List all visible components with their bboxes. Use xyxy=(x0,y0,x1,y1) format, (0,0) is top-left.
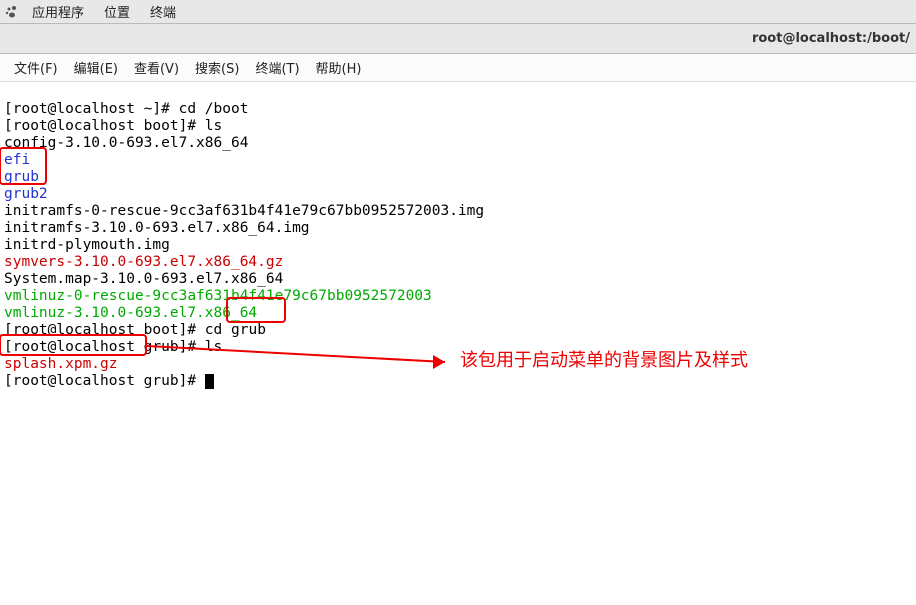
file-entry: initramfs-3.10.0-693.el7.x86_64.img xyxy=(4,220,310,236)
prompt-line: [root@localhost boot]# cd grub xyxy=(4,322,266,338)
prompt-line: [root@localhost boot]# ls xyxy=(4,118,222,134)
menu-terminal[interactable]: 终端(T) xyxy=(247,58,307,77)
terminal-cursor xyxy=(205,374,214,389)
terminal-body[interactable]: [root@localhost ~]# cd /boot [root@local… xyxy=(0,82,916,545)
file-entry: initramfs-0-rescue-9cc3af631b4f41e79c67b… xyxy=(4,203,484,219)
prompt-line: [root@localhost ~]# cd /boot xyxy=(4,101,248,117)
terminal-menubar: 文件(F) 编辑(E) 查看(V) 搜索(S) 终端(T) 帮助(H) xyxy=(0,54,916,82)
prompt-line: [root@localhost grub]# ls xyxy=(4,339,222,355)
file-entry-vmlinuz: vmlinuz-3.10.0-693.el7.x86_64 xyxy=(4,305,257,321)
window-titlebar: root@localhost:/boot/ xyxy=(0,24,916,54)
topbar-locations[interactable]: 位置 xyxy=(94,2,140,21)
menu-view[interactable]: 查看(V) xyxy=(126,58,187,77)
topbar-applications[interactable]: 应用程序 xyxy=(22,2,94,21)
topbar-terminal[interactable]: 终端 xyxy=(140,2,186,21)
dir-entry-grub2: grub2 xyxy=(4,186,48,202)
prompt-line: [root@localhost grub]# xyxy=(4,373,214,389)
window-title: root@localhost:/boot/ xyxy=(752,31,910,46)
menu-file[interactable]: 文件(F) xyxy=(6,58,66,77)
file-entry-splash: splash.xpm.gz xyxy=(4,356,118,372)
file-entry-gz: symvers-3.10.0-693.el7.x86_64.gz xyxy=(4,254,283,270)
file-entry: config-3.10.0-693.el7.x86_64 xyxy=(4,135,248,151)
file-entry: initrd-plymouth.img xyxy=(4,237,170,253)
menu-help[interactable]: 帮助(H) xyxy=(308,58,370,77)
menu-edit[interactable]: 编辑(E) xyxy=(66,58,126,77)
gnome-logo-icon xyxy=(4,5,18,19)
gnome-topbar: 应用程序 位置 终端 xyxy=(0,0,916,24)
dir-entry-grub: grub xyxy=(4,169,39,185)
menu-search[interactable]: 搜索(S) xyxy=(187,58,247,77)
annotation-text: 该包用于启动菜单的背景图片及样式 xyxy=(460,352,748,369)
dir-entry-efi: efi xyxy=(4,152,30,168)
file-entry: System.map-3.10.0-693.el7.x86_64 xyxy=(4,271,283,287)
file-entry-vmlinuz: vmlinuz-0-rescue-9cc3af631b4f41e79c67bb0… xyxy=(4,288,432,304)
